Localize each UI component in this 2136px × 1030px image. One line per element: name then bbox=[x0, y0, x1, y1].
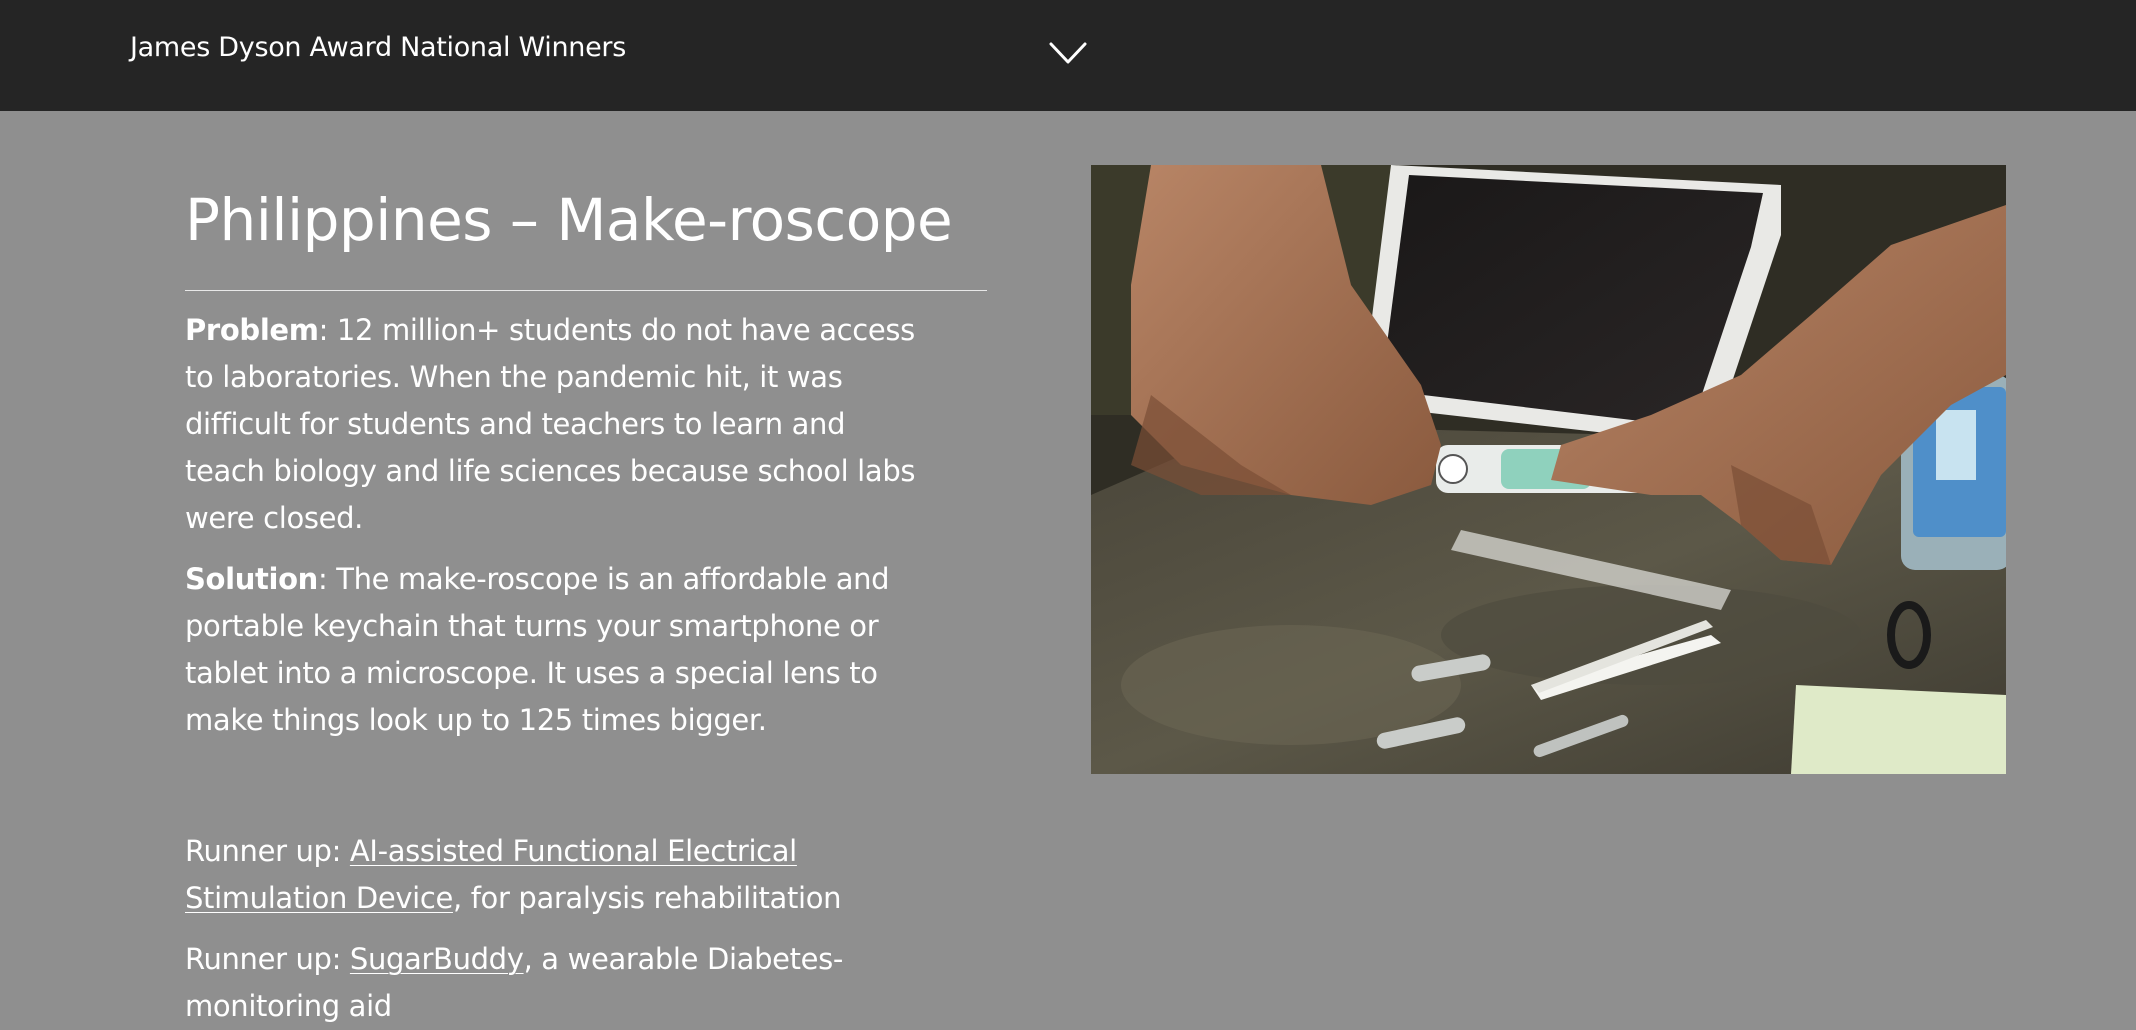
runner-up-link-sugarbuddy[interactable]: SugarBuddy bbox=[350, 942, 524, 976]
runner-up-description: , for paralysis rehabilitation bbox=[452, 881, 842, 915]
problem-paragraph: Problem: 12 million+ students do not hav… bbox=[185, 307, 925, 542]
problem-label: Problem bbox=[185, 313, 319, 347]
runner-up-paragraph: Runner up: SugarBuddy, a wearable Diabet… bbox=[185, 936, 925, 1030]
product-photo bbox=[1091, 165, 2006, 774]
runner-up-prefix: Runner up: bbox=[185, 942, 350, 976]
header-bar: James Dyson Award National Winners bbox=[0, 0, 2136, 111]
header-title: James Dyson Award National Winners bbox=[130, 32, 626, 63]
solution-paragraph: Solution: The make-roscope is an afforda… bbox=[185, 556, 925, 744]
solution-label: Solution bbox=[185, 562, 318, 596]
make-roscope-photo-illustration bbox=[1091, 165, 2006, 774]
chevron-down-icon[interactable] bbox=[1049, 40, 1087, 66]
divider bbox=[185, 290, 987, 291]
runner-up-paragraph: Runner up: AI-assisted Functional Electr… bbox=[185, 828, 925, 922]
winner-description: Philippines – Make-roscope Problem: 12 m… bbox=[185, 180, 987, 1030]
runner-up-prefix: Runner up: bbox=[185, 834, 350, 868]
page-title: Philippines – Make-roscope bbox=[185, 186, 953, 254]
